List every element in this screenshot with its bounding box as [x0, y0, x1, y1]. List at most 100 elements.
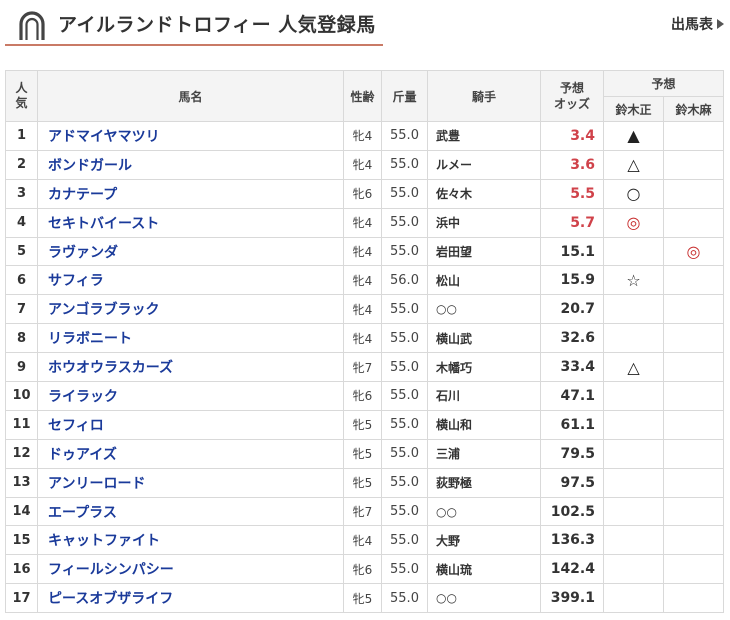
prediction-mark-1 — [603, 554, 664, 585]
weight-cell: 56.0 — [381, 265, 428, 296]
jockey-cell: ○○ — [427, 294, 541, 325]
table-row: 15 キャットファイト 牝4 55.0 大野 136.3 — [5, 525, 725, 556]
jockey-cell: ルメー — [427, 149, 541, 180]
race-card-link[interactable]: 出馬表 — [671, 14, 724, 34]
jockey-cell: 横山武 — [427, 323, 541, 354]
triangle-right-icon — [717, 19, 724, 29]
jockey-cell: 横山和 — [427, 409, 541, 440]
jockey-cell: 大野 — [427, 525, 541, 556]
sex-age-cell: 牝7 — [343, 352, 382, 383]
header-odds: 予想 オッズ — [540, 70, 604, 122]
horse-name-link[interactable]: エープラス — [37, 496, 344, 527]
odds-cell: 33.4 — [540, 352, 604, 383]
weight-cell: 55.0 — [381, 438, 428, 469]
popular-horses-table: 人 気 馬名 性齢 斤量 騎手 予想 オッズ 予想 鈴木正 鈴木麻 1 アドマイヤ… — [5, 70, 725, 614]
prediction-mark-2 — [662, 149, 725, 180]
prediction-mark-2: ◎ — [662, 236, 725, 267]
jockey-cell: 武豊 — [427, 121, 541, 151]
sex-age-cell: 牝4 — [343, 265, 382, 296]
prediction-mark-1: △ — [603, 352, 664, 383]
table-row: 2 ボンドガール 牝4 55.0 ルメー 3.6 △ — [5, 149, 725, 180]
prediction-mark-2 — [662, 352, 725, 383]
horse-name-link[interactable]: ボンドガール — [37, 149, 344, 180]
table-row: 3 カナテープ 牝6 55.0 佐々木 5.5 ○ — [5, 178, 725, 209]
sex-age-cell: 牝4 — [343, 236, 382, 267]
odds-cell: 3.6 — [540, 149, 604, 180]
prediction-mark-2 — [662, 525, 725, 556]
header-predictor-1: 鈴木正 — [603, 96, 664, 122]
rank-cell: 3 — [5, 178, 38, 209]
horse-name-link[interactable]: セキトバイースト — [37, 207, 344, 238]
table-row: 16 フィールシンパシー 牝6 55.0 横山琉 142.4 — [5, 554, 725, 585]
jockey-cell: 荻野極 — [427, 467, 541, 498]
prediction-mark-2 — [662, 381, 725, 411]
horse-name-link[interactable]: リラボニート — [37, 323, 344, 354]
sex-age-cell: 牝6 — [343, 381, 382, 411]
rank-cell: 9 — [5, 352, 38, 383]
prediction-mark-1 — [603, 496, 664, 527]
odds-cell: 142.4 — [540, 554, 604, 585]
rank-cell: 6 — [5, 265, 38, 296]
horse-name-link[interactable]: サフィラ — [37, 265, 344, 296]
weight-cell: 55.0 — [381, 352, 428, 383]
rank-cell: 4 — [5, 207, 38, 238]
header-jockey: 騎手 — [427, 70, 541, 122]
horse-name-link[interactable]: フィールシンパシー — [37, 554, 344, 585]
horse-name-link[interactable]: アンゴラブラック — [37, 294, 344, 325]
horse-name-link[interactable]: キャットファイト — [37, 525, 344, 556]
title-underline — [5, 44, 383, 46]
sex-age-cell: 牝5 — [343, 438, 382, 469]
horse-name-link[interactable]: カナテープ — [37, 178, 344, 209]
weight-cell: 55.0 — [381, 178, 428, 209]
page-header: アイルランドトロフィー 人気登録馬 出馬表 — [0, 0, 730, 48]
rank-cell: 8 — [5, 323, 38, 354]
horse-name-link[interactable]: ラヴァンダ — [37, 236, 344, 267]
sex-age-cell: 牝4 — [343, 323, 382, 354]
horse-name-link[interactable]: ピースオブザライフ — [37, 583, 344, 614]
prediction-mark-1 — [603, 236, 664, 267]
sex-age-cell: 牝5 — [343, 583, 382, 614]
jockey-cell: ○○ — [427, 583, 541, 614]
table-row: 14 エープラス 牝7 55.0 ○○ 102.5 — [5, 496, 725, 527]
sex-age-cell: 牝5 — [343, 409, 382, 440]
odds-cell: 399.1 — [540, 583, 604, 614]
weight-cell: 55.0 — [381, 583, 428, 614]
rank-cell: 16 — [5, 554, 38, 585]
header-prediction-group: 予想 — [602, 70, 725, 97]
odds-cell: 3.4 — [540, 121, 604, 151]
jockey-cell: 三浦 — [427, 438, 541, 469]
horse-name-link[interactable]: ライラック — [37, 381, 344, 411]
rank-cell: 14 — [5, 496, 38, 527]
weight-cell: 55.0 — [381, 554, 428, 585]
prediction-mark-2 — [662, 496, 725, 527]
odds-cell: 32.6 — [540, 323, 604, 354]
prediction-mark-1 — [603, 381, 664, 411]
rank-cell: 5 — [5, 236, 38, 267]
prediction-mark-1: ◎ — [603, 207, 664, 238]
horse-name-link[interactable]: アドマイヤマツリ — [37, 121, 344, 151]
sex-age-cell: 牝4 — [343, 525, 382, 556]
weight-cell: 55.0 — [381, 381, 428, 411]
weight-cell: 55.0 — [381, 323, 428, 354]
table-row: 5 ラヴァンダ 牝4 55.0 岩田望 15.1 ◎ — [5, 236, 725, 267]
weight-cell: 55.0 — [381, 121, 428, 151]
horse-name-link[interactable]: アンリーロード — [37, 467, 344, 498]
prediction-mark-1 — [603, 467, 664, 498]
horse-name-link[interactable]: セフィロ — [37, 409, 344, 440]
table-row: 11 セフィロ 牝5 55.0 横山和 61.1 — [5, 409, 725, 440]
header-name: 馬名 — [37, 70, 344, 122]
jockey-cell: ○○ — [427, 496, 541, 527]
horse-name-link[interactable]: ホウオウラスカーズ — [37, 352, 344, 383]
prediction-mark-1 — [603, 583, 664, 614]
prediction-mark-2 — [662, 583, 725, 614]
odds-cell: 5.7 — [540, 207, 604, 238]
table-row: 1 アドマイヤマツリ 牝4 55.0 武豊 3.4 ▲ — [5, 121, 725, 151]
prediction-mark-1: △ — [603, 149, 664, 180]
prediction-mark-2 — [662, 265, 725, 296]
horse-name-link[interactable]: ドゥアイズ — [37, 438, 344, 469]
prediction-mark-1: ☆ — [603, 265, 664, 296]
header-predictor-2: 鈴木麻 — [662, 96, 725, 122]
jockey-cell: 横山琉 — [427, 554, 541, 585]
table-row: 10 ライラック 牝6 55.0 石川 47.1 — [5, 381, 725, 411]
jockey-cell: 佐々木 — [427, 178, 541, 209]
